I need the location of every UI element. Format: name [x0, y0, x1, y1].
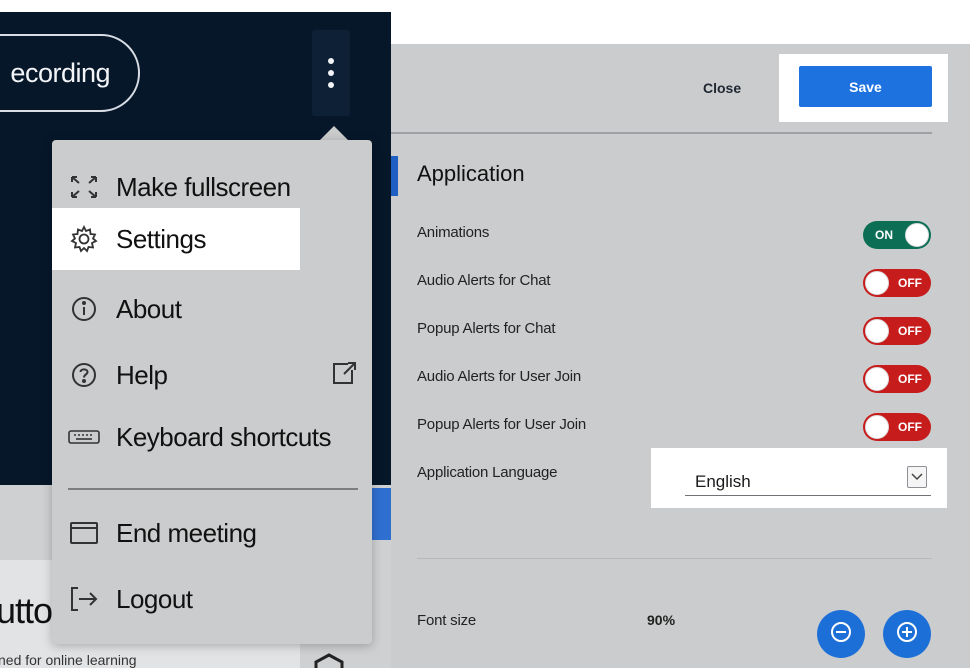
toggle-state: OFF	[898, 276, 922, 290]
presentation-title: utto	[0, 590, 53, 631]
menu-item-label: Help	[116, 359, 168, 390]
toggle-knob	[905, 223, 929, 247]
language-select[interactable]: English	[685, 462, 931, 496]
window-icon	[66, 518, 102, 548]
menu-item-help[interactable]: Help	[52, 344, 372, 406]
toggle-state: ON	[875, 228, 893, 242]
toggle-knob	[865, 271, 889, 295]
setting-label-font-size: Font size	[417, 612, 477, 629]
setting-label-popup-alerts-chat: Popup Alerts for Chat	[417, 320, 556, 337]
plus-circle-icon	[895, 620, 919, 649]
popup-alerts-chat-toggle[interactable]: OFF	[863, 317, 931, 345]
minus-circle-icon	[829, 620, 853, 649]
accent-strip	[372, 488, 391, 540]
audio-alerts-chat-toggle[interactable]: OFF	[863, 269, 931, 297]
toggle-knob	[865, 319, 889, 343]
decrease-font-button[interactable]	[817, 610, 865, 658]
setting-label-animations: Animations	[417, 224, 490, 241]
keyboard-icon	[66, 422, 102, 452]
menu-item-label: Keyboard shortcuts	[116, 421, 332, 452]
setting-label-application-language: Application Language	[417, 464, 558, 481]
setting-label-audio-alerts-chat: Audio Alerts for Chat	[417, 272, 551, 289]
close-button[interactable]: Close	[703, 80, 741, 96]
menu-item-label: Settings	[116, 223, 206, 254]
gear-icon	[66, 224, 102, 254]
menu-item-label: End meeting	[116, 517, 257, 548]
fullscreen-icon	[66, 172, 102, 202]
menu-caret	[320, 126, 348, 140]
popup-alerts-user-join-toggle[interactable]: OFF	[863, 413, 931, 441]
help-icon	[66, 360, 102, 390]
menu-item-about[interactable]: About	[52, 278, 372, 340]
toggle-state: OFF	[898, 372, 922, 386]
menu-item-end-meeting[interactable]: End meeting	[52, 502, 372, 564]
recording-label: ecording	[10, 58, 110, 88]
menu-item-keyboard-shortcuts[interactable]: Keyboard shortcuts	[52, 406, 372, 468]
info-icon	[66, 294, 102, 324]
toggle-knob	[865, 415, 889, 439]
chevron-down-icon[interactable]	[907, 466, 927, 488]
audio-alerts-user-join-toggle[interactable]: OFF	[863, 365, 931, 393]
options-menu-button[interactable]	[312, 30, 350, 116]
menu-item-logout[interactable]: Logout	[52, 568, 372, 630]
kebab-dot	[328, 58, 334, 64]
options-dropdown-menu: Make fullscreen Settings About Help Keyb…	[52, 140, 372, 644]
kebab-dot	[328, 82, 334, 88]
settings-modal: Close Save Application Animations ON Aud…	[391, 44, 970, 668]
presentation-subtitle: ned for online learning	[0, 652, 137, 668]
menu-item-label: About	[116, 293, 182, 324]
menu-item-settings[interactable]: Settings	[52, 208, 300, 270]
logout-icon	[66, 584, 102, 614]
menu-item-label: Logout	[116, 583, 193, 614]
menu-item-label: Make fullscreen	[116, 171, 291, 202]
save-button[interactable]: Save	[799, 66, 932, 107]
toggle-state: OFF	[898, 420, 922, 434]
kebab-dot	[328, 70, 334, 76]
toggle-state: OFF	[898, 324, 922, 338]
animations-toggle[interactable]: ON	[863, 221, 931, 249]
external-link-icon	[330, 360, 358, 393]
font-size-value: 90%	[647, 612, 676, 628]
recording-button[interactable]: ecording	[0, 34, 140, 112]
header-divider	[391, 132, 932, 134]
increase-font-button[interactable]	[883, 610, 931, 658]
language-selected-value: English	[695, 472, 751, 491]
section-title: Application	[417, 161, 525, 186]
section-divider	[417, 558, 932, 559]
menu-divider	[68, 488, 358, 490]
bottom-toolbar-icon[interactable]	[312, 652, 346, 668]
setting-label-audio-alerts-user-join: Audio Alerts for User Join	[417, 368, 582, 385]
toggle-knob	[865, 367, 889, 391]
section-tab-indicator	[391, 156, 398, 196]
setting-label-popup-alerts-user-join: Popup Alerts for User Join	[417, 416, 587, 433]
